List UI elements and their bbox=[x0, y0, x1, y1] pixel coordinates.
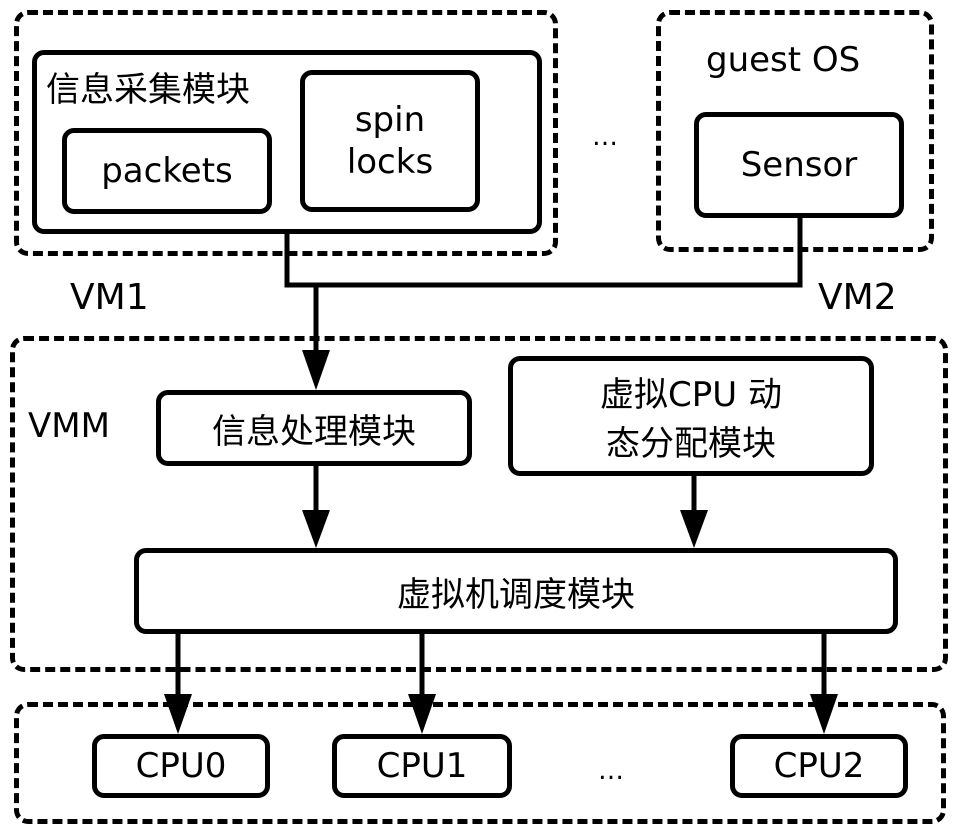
vcpu-allocation-module: 虚拟CPU 动 态分配模块 bbox=[508, 356, 874, 476]
cpu0-label: CPU0 bbox=[135, 745, 227, 786]
packets-label: packets bbox=[101, 150, 233, 191]
cpu2-box: CPU2 bbox=[730, 734, 908, 798]
cpu0-box: CPU0 bbox=[92, 734, 270, 798]
cpu2-label: CPU2 bbox=[773, 745, 865, 786]
spin-locks-label: spin locks bbox=[346, 99, 434, 183]
info-collection-module-title: 信息采集模块 bbox=[46, 70, 250, 110]
vcpu-allocation-label-line2: 态分配模块 bbox=[606, 424, 776, 464]
cpu1-box: CPU1 bbox=[332, 734, 512, 798]
vcpu-allocation-label-line1: 虚拟CPU 动 bbox=[600, 375, 782, 415]
cpu1-label: CPU1 bbox=[376, 745, 468, 786]
vm-scheduler-label: 虚拟机调度模块 bbox=[397, 574, 635, 615]
info-processing-module: 信息处理模块 bbox=[156, 390, 472, 466]
sensor-box: Sensor bbox=[694, 112, 904, 218]
vmm-label: VMM bbox=[28, 406, 110, 446]
info-processing-label: 信息处理模块 bbox=[212, 411, 416, 452]
spin-locks-box: spin locks bbox=[300, 70, 480, 212]
vm1-label: VM1 bbox=[70, 277, 149, 318]
guest-os-label: guest OS bbox=[706, 40, 861, 80]
vm-ellipsis: … bbox=[592, 122, 618, 152]
packets-box: packets bbox=[62, 128, 272, 214]
sensor-label: Sensor bbox=[740, 144, 858, 185]
cpu-ellipsis: … bbox=[598, 756, 624, 786]
vm-scheduler-module: 虚拟机调度模块 bbox=[134, 548, 898, 634]
vm2-label: VM2 bbox=[818, 277, 897, 318]
